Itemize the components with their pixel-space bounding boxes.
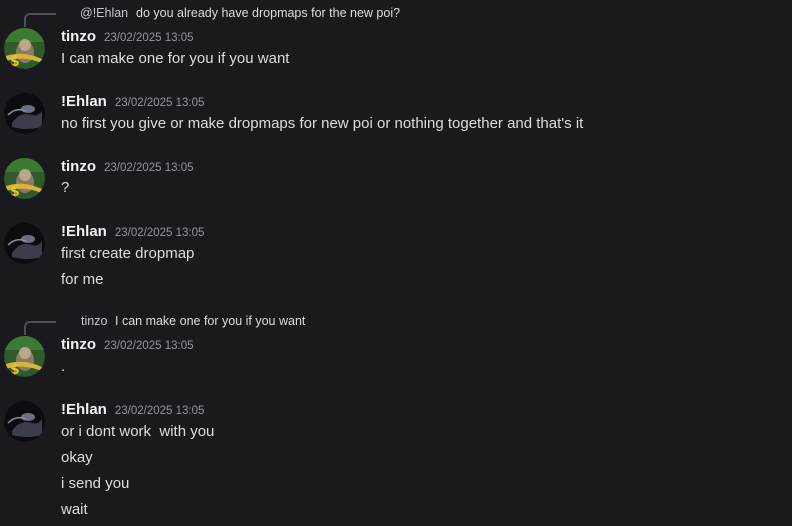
tinzo-avatar-icon[interactable]: [4, 158, 45, 199]
reply-preview[interactable]: tinzo I can make one for you if you want: [24, 313, 624, 335]
message-text: okay: [61, 449, 93, 466]
timestamp: 23/02/2025 13:05: [114, 97, 205, 109]
message-text: no first you give or make dropmaps for n…: [61, 115, 584, 132]
timestamp: 23/02/2025 13:05: [104, 162, 194, 174]
tinzo-avatar-icon[interactable]: [4, 28, 45, 69]
message-text: I can make one for you if you want: [61, 50, 290, 67]
message-text: for me: [61, 271, 104, 288]
author-name[interactable]: !Ehlan: [61, 401, 107, 418]
message-text: wait: [61, 501, 88, 518]
message-header: !Ehlan 23/02/2025 13:05: [61, 93, 204, 112]
message-text: ?: [61, 179, 70, 196]
reply-preview[interactable]: @!Ehlan do you already have dropmaps for…: [24, 5, 624, 27]
reply-mention[interactable]: tinzo: [81, 313, 107, 329]
timestamp: 23/02/2025 13:05: [104, 340, 194, 352]
message-header: !Ehlan 23/02/2025 13:05: [61, 401, 204, 420]
author-name[interactable]: tinzo: [61, 158, 96, 175]
message-header: tinzo 23/02/2025 13:05: [61, 28, 194, 47]
author-name[interactable]: !Ehlan: [61, 223, 107, 240]
timestamp: 23/02/2025 13:05: [114, 405, 205, 417]
reply-mention[interactable]: @!Ehlan: [80, 5, 128, 21]
author-name[interactable]: !Ehlan: [61, 93, 107, 110]
tinzo-avatar-icon: [61, 314, 75, 328]
message-header: tinzo 23/02/2025 13:05: [61, 336, 194, 355]
timestamp: 23/02/2025 13:05: [114, 227, 205, 239]
message-header: tinzo 23/02/2025 13:05: [61, 158, 194, 177]
message-text: i send you: [61, 475, 130, 492]
chat-message-list: @!Ehlan do you already have dropmaps for…: [0, 0, 792, 526]
message-text: .: [61, 358, 66, 375]
reply-spine: [24, 321, 56, 335]
ehlan-avatar-icon: [61, 6, 75, 20]
author-name[interactable]: tinzo: [61, 28, 96, 45]
ehlan-avatar-icon[interactable]: [4, 223, 45, 264]
message-text: first create dropmap: [61, 245, 195, 262]
reply-spine: [24, 13, 56, 27]
author-name[interactable]: tinzo: [61, 336, 96, 353]
message-text: or i dont work with you: [61, 423, 215, 440]
ehlan-avatar-icon[interactable]: [4, 401, 45, 442]
timestamp: 23/02/2025 13:05: [104, 32, 194, 44]
ehlan-avatar-icon[interactable]: [4, 93, 45, 134]
reply-text: do you already have dropmaps for the new…: [136, 6, 401, 20]
reply-text: I can make one for you if you want: [115, 314, 306, 328]
tinzo-avatar-icon[interactable]: [4, 336, 45, 377]
message-header: !Ehlan 23/02/2025 13:05: [61, 223, 204, 242]
